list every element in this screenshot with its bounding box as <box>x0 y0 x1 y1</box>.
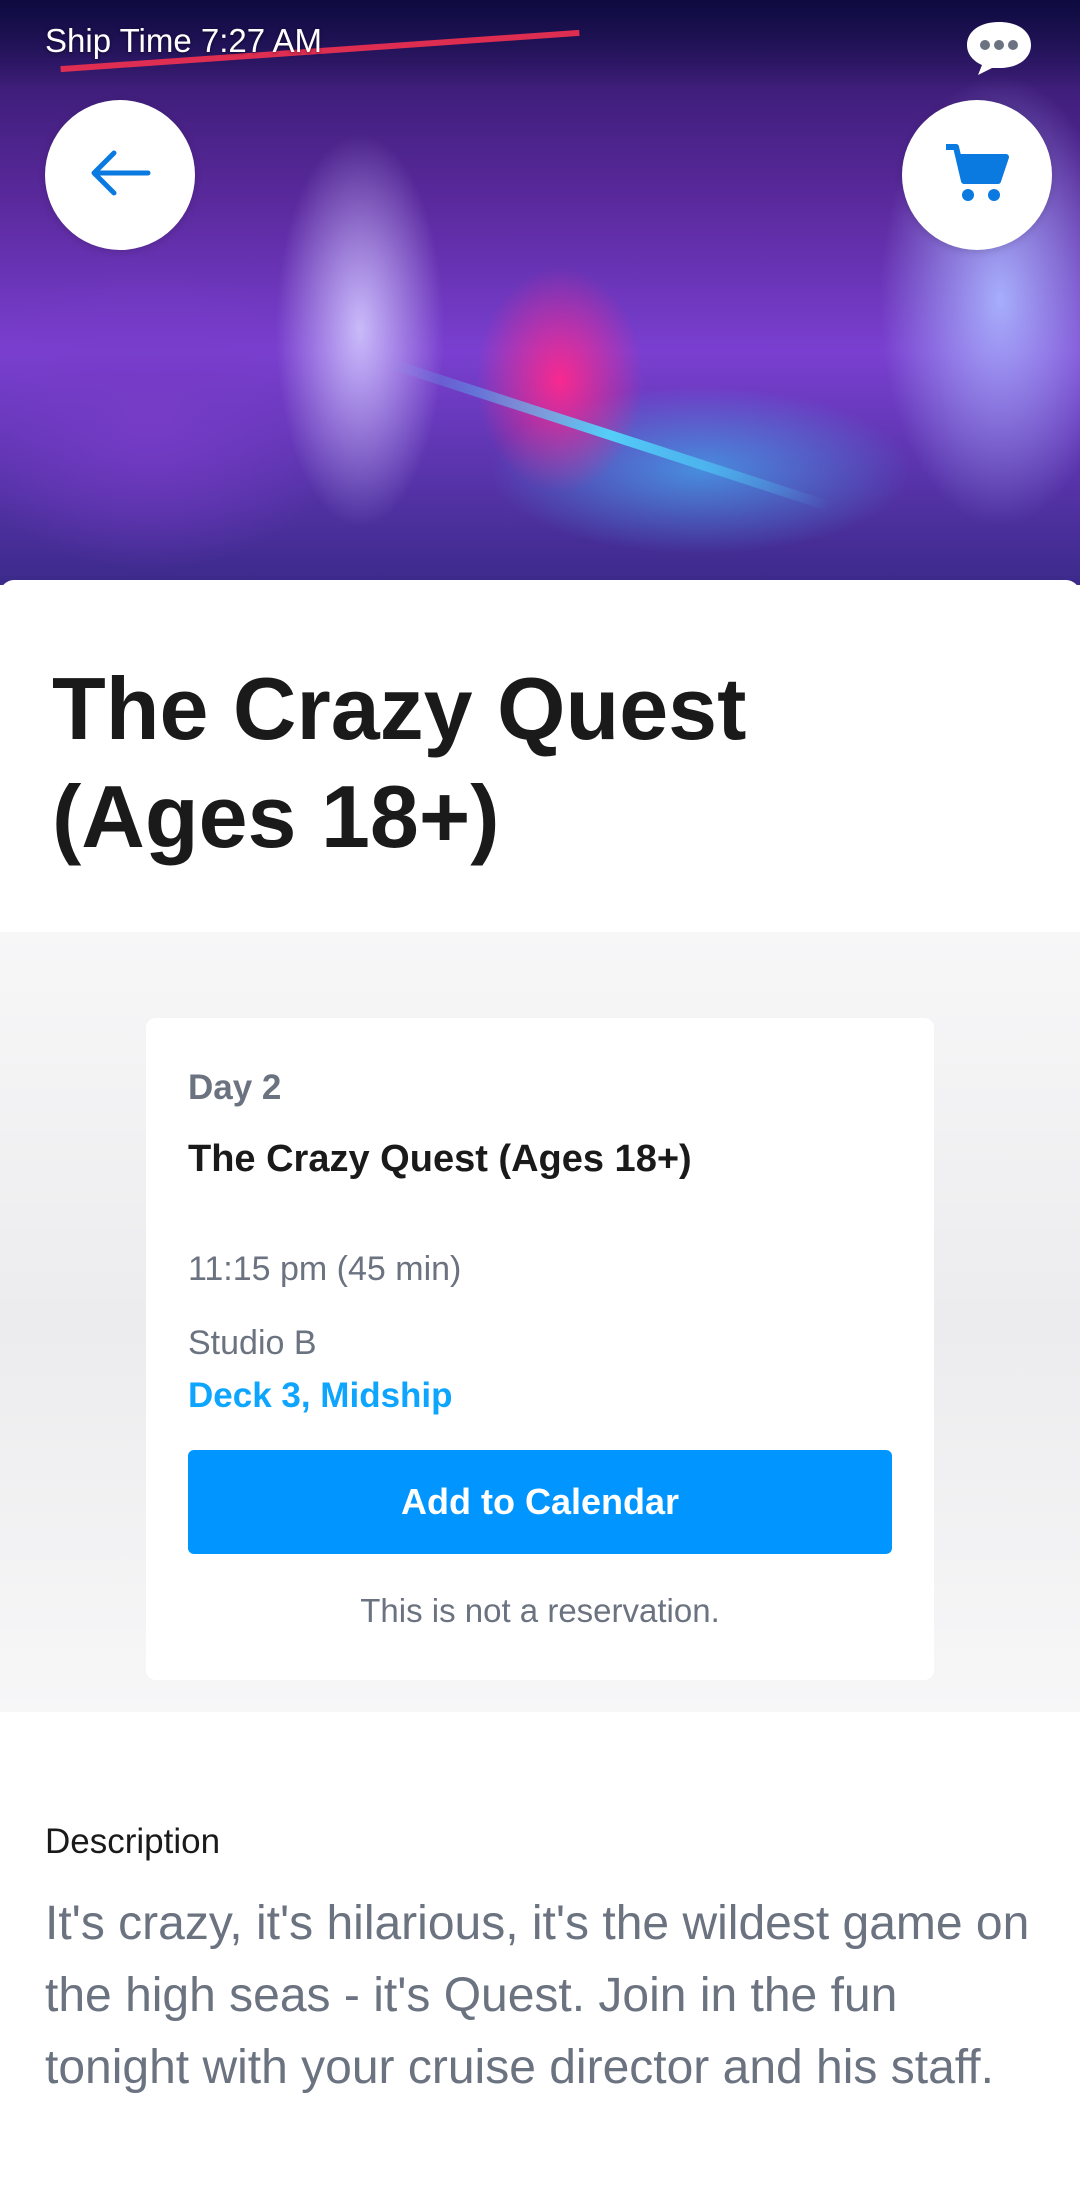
event-card: Day 2 The Crazy Quest (Ages 18+) 11:15 p… <box>146 1018 934 1680</box>
ship-time: Ship Time 7:27 AM <box>45 22 322 60</box>
add-to-calendar-label: Add to Calendar <box>400 1481 679 1522</box>
ship-time-value: 7:27 AM <box>200 22 322 59</box>
chat-bubble-icon[interactable] <box>963 18 1035 78</box>
hero-light-strip <box>389 359 831 511</box>
ship-time-label: Ship Time <box>45 22 192 59</box>
add-to-calendar-button[interactable]: Add to Calendar <box>188 1450 892 1554</box>
day-label: Day 2 <box>188 1068 282 1107</box>
event-details-section: Day 2 The Crazy Quest (Ages 18+) 11:15 p… <box>0 932 1080 1712</box>
arrow-left-icon <box>88 149 152 202</box>
event-time: 11:15 pm (45 min) <box>188 1250 462 1288</box>
page-title: The Crazy Quest (Ages 18+) <box>52 659 747 866</box>
event-venue: Studio B <box>188 1324 317 1362</box>
event-card-title: The Crazy Quest (Ages 18+) <box>188 1138 692 1180</box>
location-link[interactable]: Deck 3, Midship <box>188 1376 453 1416</box>
hero-image <box>0 0 1080 585</box>
cart-button[interactable] <box>902 100 1052 250</box>
reservation-note: This is not a reservation. <box>360 1592 720 1629</box>
title-section: The Crazy Quest (Ages 18+) <box>0 580 1080 932</box>
description-heading: Description <box>45 1822 221 1861</box>
back-button[interactable] <box>45 100 195 250</box>
cart-icon <box>944 143 1010 208</box>
description-body: It's crazy, it's hilarious, it's the wil… <box>45 1897 1030 2094</box>
